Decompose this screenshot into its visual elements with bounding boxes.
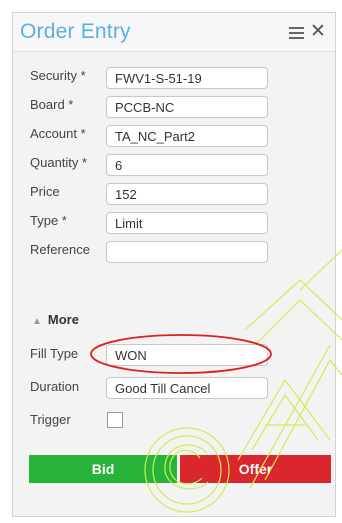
fill-type-label: Fill Type: [30, 346, 79, 361]
reference-label: Reference: [30, 242, 90, 257]
order-form: Security * FWV1-S-51-19 Board * PCCB-NC …: [12, 52, 336, 517]
quantity-label: Quantity *: [30, 155, 88, 170]
security-label: Security *: [30, 68, 86, 83]
type-label: Type *: [30, 213, 67, 228]
offer-button[interactable]: Offer: [180, 455, 331, 483]
type-field[interactable]: Limit: [106, 212, 268, 234]
panel-title: Order Entry: [20, 20, 131, 43]
more-toggle[interactable]: ▲ More: [32, 312, 79, 327]
reference-field[interactable]: [106, 241, 268, 263]
trigger-checkbox[interactable]: [107, 412, 123, 428]
close-icon[interactable]: ✕: [310, 21, 326, 43]
bid-button[interactable]: Bid: [29, 455, 177, 483]
duration-field[interactable]: Good Till Cancel: [106, 377, 268, 399]
panel-header: Order Entry ✕: [12, 12, 336, 52]
board-field[interactable]: PCCB-NC: [106, 96, 268, 118]
account-field[interactable]: TA_NC_Part2: [106, 125, 268, 147]
more-label: More: [47, 312, 79, 327]
quantity-field[interactable]: 6: [106, 154, 268, 176]
security-field[interactable]: FWV1-S-51-19: [106, 67, 268, 89]
price-field[interactable]: 152: [106, 183, 268, 205]
caret-up-icon: ▲: [32, 316, 42, 327]
board-label: Board *: [30, 97, 74, 112]
fill-type-field[interactable]: WON: [106, 344, 268, 366]
hamburger-icon[interactable]: [289, 27, 304, 39]
account-label: Account *: [30, 126, 86, 141]
trigger-label: Trigger: [30, 412, 71, 427]
price-label: Price: [30, 184, 60, 199]
duration-label: Duration: [30, 379, 80, 394]
